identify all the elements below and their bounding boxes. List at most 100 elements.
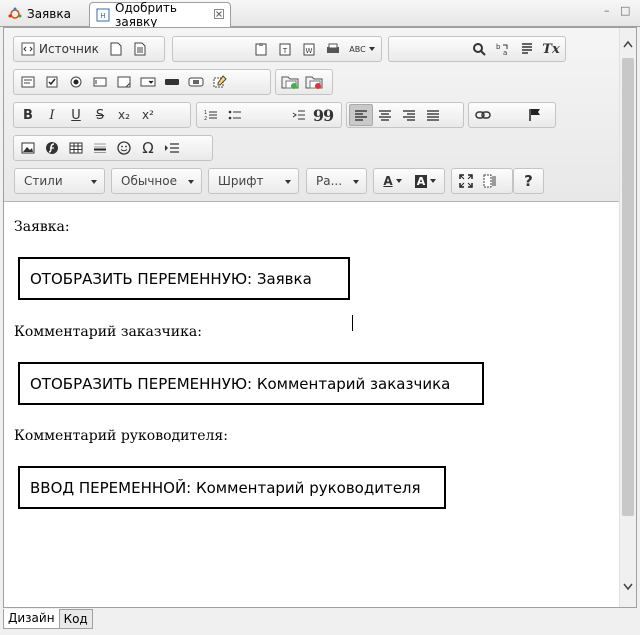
svg-text:T: T (282, 47, 288, 55)
table-button[interactable] (64, 137, 88, 159)
toolbar-group-colors: A A (373, 168, 445, 194)
maximize-icon[interactable]: □ (620, 4, 630, 17)
show-blocks-button[interactable] (478, 170, 502, 192)
strikethrough-button[interactable]: S (88, 104, 112, 126)
select-button[interactable] (136, 71, 160, 93)
button-icon (165, 79, 179, 85)
align-left-button[interactable] (349, 104, 373, 126)
select-all-icon (522, 43, 532, 54)
link-button[interactable] (471, 104, 495, 126)
italic-button[interactable]: I (40, 104, 64, 126)
new-page-button[interactable] (104, 38, 128, 60)
hidden-field-button[interactable] (208, 71, 232, 93)
checkbox-button[interactable] (40, 71, 64, 93)
radio-button[interactable] (64, 71, 88, 93)
styles-combo[interactable]: Стили (14, 168, 105, 194)
label-manager-comment: Комментарий руководителя: (14, 428, 228, 444)
toolbar-group-tools (451, 168, 513, 194)
format-combo-label: Обычное (121, 174, 177, 188)
help-button[interactable]: ? (517, 170, 541, 192)
select-icon (140, 77, 156, 87)
underline-icon: U (71, 107, 81, 123)
omega-icon: Ω (142, 139, 154, 157)
display-variable-customer-comment[interactable]: ОТОБРАЗИТЬ ПЕРЕМЕННУЮ: Комментарий заказ… (18, 362, 484, 405)
align-right-button[interactable] (397, 104, 421, 126)
underline-button[interactable]: U (64, 104, 88, 126)
form-button-button[interactable] (160, 71, 184, 93)
replace-button[interactable]: ba (491, 38, 515, 60)
minimize-icon[interactable]: – (604, 4, 610, 17)
superscript-button[interactable]: x² (136, 104, 160, 126)
display-variable-zayavka[interactable]: ОТОБРАЗИТЬ ПЕРЕМЕННУЮ: Заявка (18, 257, 350, 300)
numbered-list-button[interactable]: 12 (199, 104, 223, 126)
insert-input-button[interactable] (302, 71, 326, 93)
font-combo[interactable]: Шрифт (208, 168, 299, 194)
find-button[interactable] (467, 38, 491, 60)
source-button[interactable]: Источник (16, 38, 104, 60)
text-color-button[interactable]: A (376, 170, 409, 192)
paste-text-button[interactable]: T (273, 38, 297, 60)
indent-button[interactable] (287, 104, 311, 126)
align-center-icon (379, 110, 391, 121)
textfield-button[interactable] (88, 71, 112, 93)
paste-word-button[interactable]: W (297, 38, 321, 60)
tab-label: Заявка (27, 7, 71, 21)
format-combo[interactable]: Обычное (111, 168, 202, 194)
maximize-button[interactable] (454, 170, 478, 192)
subscript-button[interactable]: x₂ (112, 104, 136, 126)
input-variable-manager-comment[interactable]: ВВОД ПЕРЕМЕННОЙ: Комментарий руководител… (18, 466, 446, 509)
paste-button[interactable] (249, 38, 273, 60)
bg-color-button[interactable]: A (409, 170, 442, 192)
rich-text-editor: Источник T W ABC ba Tx B I U S x₂ x² 1 2… (3, 27, 637, 608)
spellcheck-button[interactable]: ABC (345, 38, 379, 60)
select-all-button[interactable] (515, 38, 539, 60)
tab-zayavka[interactable]: Заявка (2, 3, 88, 25)
flash-button[interactable] (40, 137, 64, 159)
print-button[interactable] (321, 38, 345, 60)
justify-button[interactable] (421, 104, 445, 126)
scroll-down-icon[interactable] (623, 583, 633, 591)
insert-variable-button[interactable] (278, 71, 302, 93)
horizontal-rule-button[interactable] (88, 137, 112, 159)
blockquote-button[interactable]: 99 (311, 104, 335, 126)
align-center-button[interactable] (373, 104, 397, 126)
tab-code[interactable]: Код (59, 609, 93, 629)
anchor-button[interactable] (523, 104, 547, 126)
templates-button[interactable] (128, 38, 152, 60)
numbered-list-icon: 12 (204, 110, 217, 121)
page-break-button[interactable] (160, 137, 184, 159)
editor-content[interactable]: Заявка: ОТОБРАЗИТЬ ПЕРЕМЕННУЮ: Заявка Ко… (4, 202, 619, 607)
label-customer-comment: Комментарий заказчика: (14, 324, 202, 340)
justify-icon (427, 110, 439, 121)
view-tabs: Дизайн Код (3, 609, 93, 631)
remove-format-button[interactable]: Tx (539, 38, 563, 60)
scroll-up-icon[interactable] (623, 40, 633, 48)
chevron-down-icon (188, 180, 194, 184)
folder-add-icon (281, 76, 299, 89)
textarea-button[interactable] (112, 71, 136, 93)
svg-text:H: H (100, 12, 105, 20)
form-icon (21, 76, 35, 88)
horizontal-rule-icon (94, 143, 106, 153)
bulleted-list-button[interactable] (223, 104, 247, 126)
size-combo-label: Ра... (316, 174, 343, 188)
checkbox-icon (46, 76, 58, 88)
image-button-button[interactable] (184, 71, 208, 93)
special-char-button[interactable]: Ω (136, 137, 160, 159)
bold-button[interactable]: B (16, 104, 40, 126)
tab-design[interactable]: Дизайн (3, 609, 60, 629)
tab-odobrit-zayavku[interactable]: H Одобрить заявку (89, 1, 231, 29)
indent-icon (292, 110, 305, 120)
toolbar-group-links (468, 102, 556, 128)
image-icon (21, 142, 35, 154)
smiley-button[interactable] (112, 137, 136, 159)
vertical-scrollbar[interactable] (619, 28, 636, 607)
strikethrough-icon: S (95, 107, 105, 123)
form-button[interactable] (16, 71, 40, 93)
image-button[interactable] (16, 137, 40, 159)
size-combo[interactable]: Ра... (306, 168, 367, 194)
scrollbar-thumb[interactable] (622, 58, 634, 516)
toolbar-group-clipboard: T W ABC (172, 36, 382, 62)
close-icon[interactable] (213, 9, 224, 21)
source-label: Источник (39, 42, 99, 56)
